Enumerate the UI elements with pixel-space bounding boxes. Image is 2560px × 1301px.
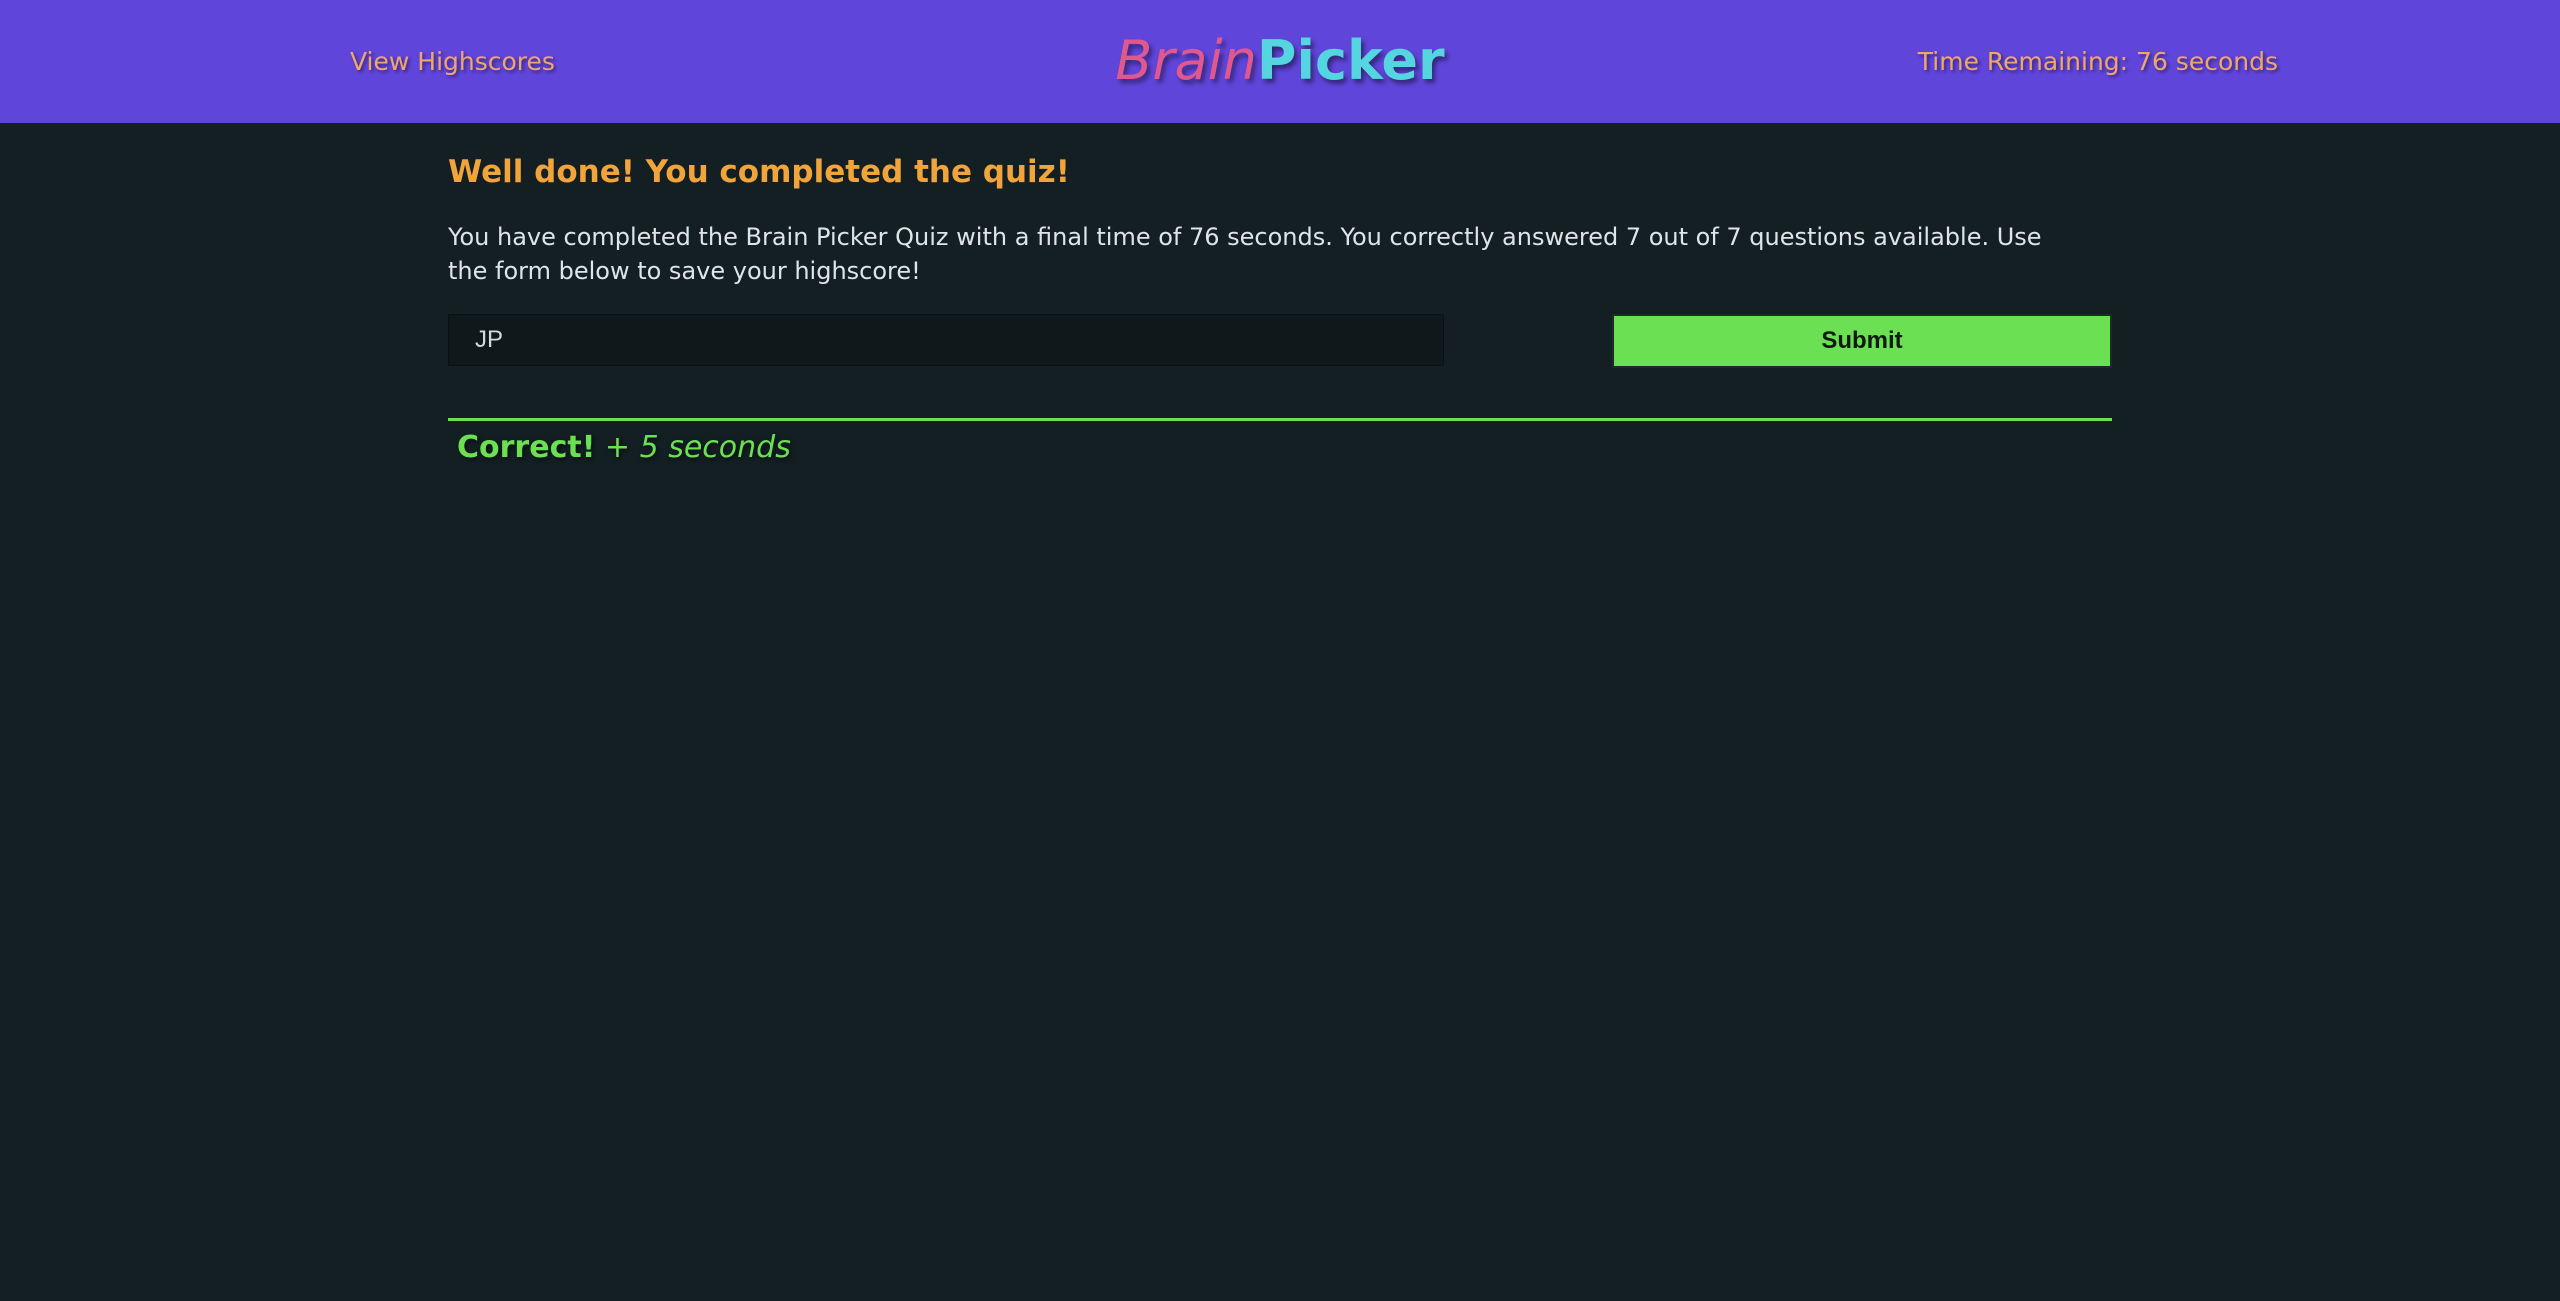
completion-summary: You have completed the Brain Picker Quiz… — [448, 223, 2042, 285]
feedback-status: Correct! — [457, 430, 596, 465]
completion-heading: Well done! You completed the quiz! — [448, 154, 1070, 190]
brand-word-picker: Picker — [1256, 29, 1445, 92]
time-remaining: Time Remaining: 76 seconds — [1917, 47, 2278, 76]
answer-feedback: Correct! + 5 seconds — [448, 418, 2112, 469]
submit-button[interactable]: Submit — [1612, 314, 2112, 368]
quiz-complete-panel: Well done! You completed the quiz! You h… — [448, 150, 2112, 469]
initials-input[interactable] — [448, 314, 1444, 366]
highscore-form: Submit — [448, 314, 2112, 368]
brand-word-brain: Brain — [1115, 29, 1257, 92]
top-nav-bar: View Highscores BrainPicker Time Remaini… — [0, 0, 2560, 123]
feedback-time-bonus: + 5 seconds — [604, 430, 791, 465]
